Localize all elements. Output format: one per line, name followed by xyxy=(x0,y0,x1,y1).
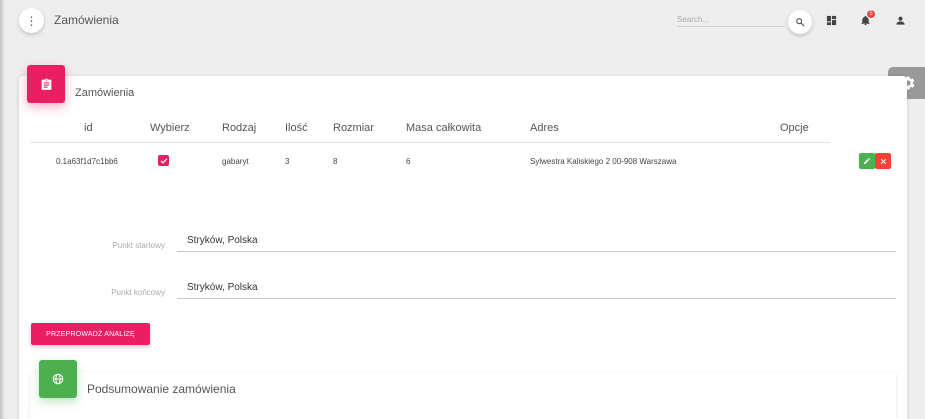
cell-id: 0.1a63f1d7c1bb6 xyxy=(56,157,118,166)
dashboard-icon[interactable] xyxy=(824,13,838,27)
column-header-type[interactable]: Rodzaj xyxy=(222,122,256,134)
sidebar-edge-shadow xyxy=(0,0,5,419)
start-point-field[interactable] xyxy=(177,230,896,252)
column-header-id[interactable]: id xyxy=(84,122,93,134)
cell-quantity: 3 xyxy=(285,157,290,166)
row-select-checkbox[interactable] xyxy=(158,155,169,166)
analyze-button[interactable]: PRZEPROWADŹ ANALIZĘ xyxy=(31,323,150,345)
check-icon xyxy=(160,158,167,163)
search-icon xyxy=(796,18,805,27)
cell-address: Sylwestra Kaliskiego 2 00-908 Warszawa xyxy=(530,157,677,166)
start-point-input[interactable] xyxy=(177,230,896,251)
end-point-field[interactable] xyxy=(177,277,896,299)
table-header-divider xyxy=(30,142,830,143)
end-point-label: Punkt końcowy xyxy=(111,288,165,297)
delete-button[interactable] xyxy=(875,153,891,169)
notification-badge: 5 xyxy=(866,9,876,19)
globe-icon xyxy=(39,360,77,398)
person-icon[interactable] xyxy=(893,13,907,27)
pencil-icon xyxy=(864,158,870,164)
search-button[interactable] xyxy=(788,10,812,34)
column-header-address[interactable]: Adres xyxy=(530,122,559,134)
cell-weight: 6 xyxy=(406,157,411,166)
card-title: Zamówienia xyxy=(75,87,135,99)
column-header-size[interactable]: Rozmiar xyxy=(333,122,374,134)
edit-button[interactable] xyxy=(859,153,875,169)
column-header-quantity[interactable]: Ilość xyxy=(285,122,308,134)
search-input[interactable] xyxy=(677,11,785,28)
page-title: Zamówienia xyxy=(54,13,119,27)
column-header-options: Opcje xyxy=(780,122,809,134)
cell-type: gabaryt xyxy=(222,157,249,166)
start-point-label: Punkt startowy xyxy=(112,241,165,250)
clipboard-icon xyxy=(27,65,65,103)
cell-size: 8 xyxy=(333,157,338,166)
summary-title: Podsumowanie zamówienia xyxy=(87,382,236,396)
column-header-select[interactable]: Wybierz xyxy=(150,122,190,134)
more-vert-icon[interactable]: ⋮ xyxy=(19,8,44,33)
column-header-weight[interactable]: Masa całkowita xyxy=(406,122,481,134)
end-point-input[interactable] xyxy=(177,277,896,298)
close-icon xyxy=(880,158,886,164)
search-field[interactable] xyxy=(677,9,785,28)
